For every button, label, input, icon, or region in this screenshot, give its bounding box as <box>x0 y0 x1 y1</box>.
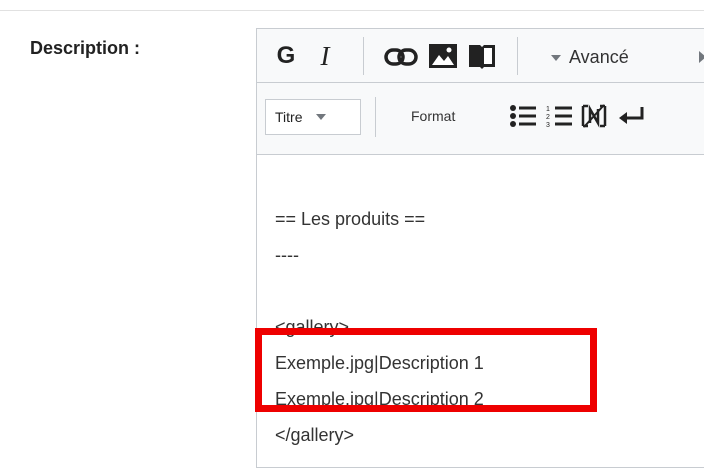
svg-text:3: 3 <box>546 122 550 129</box>
caret-right-icon <box>699 51 704 63</box>
chevron-down-icon <box>316 114 326 120</box>
heading-select-value: Titre <box>275 109 302 125</box>
editor-line: Exemple.jpg|Description 1 <box>275 345 704 381</box>
editor-toolbar-secondary: Titre Format 1 2 3 <box>257 83 704 155</box>
nowiki-button[interactable] <box>579 101 609 131</box>
toolbar-separator <box>517 37 518 75</box>
svg-text:1: 1 <box>546 106 550 113</box>
advanced-label: Avancé <box>569 47 629 68</box>
editor-line <box>275 273 704 309</box>
nowiki-icon <box>580 103 608 129</box>
numbered-list-button[interactable]: 1 2 3 <box>545 101 573 131</box>
editor-line <box>275 165 704 201</box>
bullet-list-icon <box>509 103 537 129</box>
advanced-toggle[interactable]: Avancé <box>551 44 629 70</box>
numbered-list-icon: 1 2 3 <box>545 103 573 129</box>
wikitext-editor: G I Avancé <box>256 28 704 468</box>
bullet-list-button[interactable] <box>509 101 537 131</box>
caret-down-icon <box>551 55 561 61</box>
heading-select[interactable]: Titre <box>265 99 361 135</box>
format-button[interactable]: Format <box>411 108 455 124</box>
link-icon <box>384 46 418 68</box>
book-icon <box>468 43 496 69</box>
image-icon <box>428 43 458 69</box>
italic-button[interactable]: I <box>311 41 339 71</box>
bold-button[interactable]: G <box>271 41 301 71</box>
link-button[interactable] <box>383 43 419 71</box>
top-divider <box>0 10 704 11</box>
editor-line: Exemple.jpg|Description 2 <box>275 381 704 417</box>
newline-button[interactable] <box>617 101 647 131</box>
toolbar-separator <box>375 97 376 137</box>
svg-text:2: 2 <box>546 114 550 121</box>
toolbar-separator <box>363 37 364 75</box>
editor-line: <gallery> <box>275 309 704 345</box>
editor-toolbar-primary: G I Avancé <box>257 29 704 83</box>
editor-line: ---- <box>275 237 704 273</box>
description-label: Description : <box>30 38 140 59</box>
book-button[interactable] <box>467 42 497 70</box>
editor-textarea[interactable]: == Les produits == ---- <gallery> Exempl… <box>275 165 704 467</box>
image-button[interactable] <box>427 42 459 70</box>
newline-icon <box>618 105 646 127</box>
editor-line: </gallery> <box>275 417 704 453</box>
more-toggle[interactable] <box>697 47 704 67</box>
editor-line: == Les produits == <box>275 201 704 237</box>
